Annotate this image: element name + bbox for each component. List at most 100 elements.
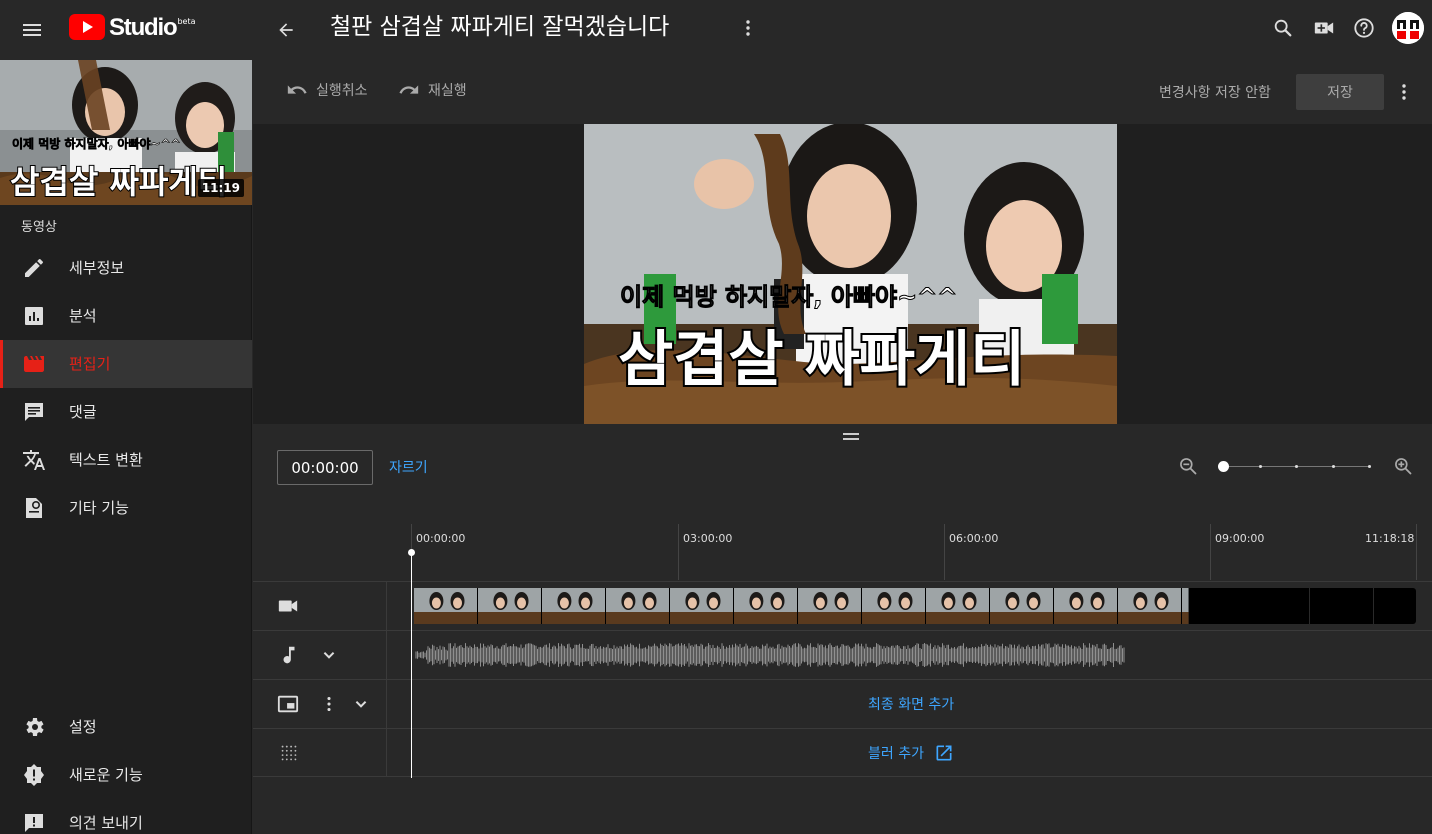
audio-waveform[interactable] (388, 631, 1432, 679)
more-vert-icon[interactable] (318, 693, 340, 715)
sidebar-item-editor[interactable]: 편집기 (0, 340, 252, 388)
track-header (253, 631, 387, 679)
sidebar-item-feedback[interactable]: 의견 보내기 (0, 799, 252, 834)
video-filmstrip[interactable] (388, 582, 1432, 630)
left-sidebar: 이제 먹방 하지말자, 아빠야~^^ 삼겹살 짜파게티 11:19 동영상 세부… (0, 60, 252, 834)
avatar[interactable] (1392, 12, 1424, 44)
video-thumbnail[interactable]: 이제 먹방 하지말자, 아빠야~^^ 삼겹살 짜파게티 11:19 (0, 60, 252, 205)
video-camera-icon[interactable] (277, 595, 299, 617)
zoom-out-icon[interactable] (1178, 456, 1198, 476)
ruler-label: 11:18:18 (1365, 532, 1415, 545)
create-video-icon[interactable] (1312, 16, 1336, 40)
preview-caption-line2: 삼겹살 짜파게티 (618, 325, 1025, 395)
video-track (253, 581, 1432, 630)
youtube-play-icon (69, 14, 105, 40)
filmstrip-frame (478, 588, 541, 624)
beta-badge: beta (177, 17, 196, 26)
sidebar-item-settings[interactable]: 설정 (0, 703, 252, 751)
filmstrip-frame (606, 588, 669, 624)
duration-badge: 11:19 (197, 179, 244, 197)
search-icon[interactable] (1271, 16, 1295, 40)
timeline-panel: 자르기 00:00:00 03:00:00 06:00:00 09:00:00 … (253, 424, 1432, 834)
ruler-tick (678, 524, 679, 580)
redo-icon (399, 85, 419, 94)
comment-icon (25, 403, 43, 421)
other-features-icon (26, 498, 42, 518)
video-title: 철판 삼겹살 짜파게티 잘먹겠습니다 (330, 14, 670, 40)
sidebar-item-label: 새로운 기능 (69, 766, 143, 784)
music-note-icon[interactable] (278, 644, 300, 666)
add-end-screen-link[interactable]: 최종 화면 추가 (868, 694, 954, 714)
sidebar-item-label: 댓글 (69, 403, 97, 421)
waveform-path (415, 643, 1125, 667)
external-link-icon (936, 745, 952, 761)
audio-track-body[interactable] (388, 631, 1432, 679)
studio-logo[interactable]: Studio beta (69, 14, 196, 44)
sidebar-item-whats-new[interactable]: 새로운 기능 (0, 751, 252, 799)
section-label: 동영상 (21, 220, 57, 235)
playhead-handle[interactable] (408, 549, 415, 556)
playhead-line (411, 552, 412, 778)
ruler-label: 03:00:00 (683, 532, 733, 545)
sidebar-item-label: 설정 (69, 718, 97, 736)
sidebar-item-label: 분석 (69, 307, 97, 325)
gear-icon (26, 718, 44, 736)
filmstrip-frame (798, 588, 861, 624)
zoom-slider[interactable] (1218, 461, 1371, 472)
ruler-label: 06:00:00 (949, 532, 999, 545)
blur-dots-icon[interactable] (278, 742, 300, 764)
unsaved-changes-text: 변경사항 저장 안함 (1159, 85, 1271, 101)
back-arrow-icon[interactable] (272, 16, 300, 44)
track-header (253, 680, 387, 728)
undo-button[interactable]: 실행취소 (286, 76, 368, 104)
chevron-down-icon[interactable] (318, 644, 340, 666)
trim-button[interactable]: 자르기 (389, 457, 428, 477)
filmstrip-frame (862, 588, 925, 624)
preview-caption-line1: 이제 먹방 하지말자, 아빠야~^^ (620, 283, 957, 311)
video-preview[interactable]: 이제 먹방 하지말자, 아빠야~^^ 삼겹살 짜파게티 (584, 124, 1117, 424)
top-header: Studio beta 철판 삼겹살 짜파게티 잘먹겠습니다 (0, 0, 1432, 60)
sidebar-item-analytics[interactable]: 분석 (0, 292, 252, 340)
time-ruler[interactable]: 00:00:00 03:00:00 06:00:00 09:00:00 11:1… (253, 524, 1432, 580)
add-blur-link[interactable]: 블러 추가 (868, 743, 954, 763)
more-vert-icon[interactable] (1392, 80, 1416, 104)
filmstrip-frame (926, 588, 989, 624)
end-screen-icon[interactable] (277, 693, 299, 715)
chevron-down-icon[interactable] (350, 693, 372, 715)
blur-track-body: 블러 추가 (388, 729, 1432, 777)
menu-icon[interactable] (20, 18, 44, 42)
translate-icon (23, 450, 45, 470)
sidebar-item-other-features[interactable]: 기타 기능 (0, 484, 252, 532)
blur-track: 블러 추가 (253, 728, 1432, 777)
zoom-step (1295, 465, 1298, 468)
youtube-studio-editor: Studio beta 철판 삼겹살 짜파게티 잘먹겠습니다 이제 먹방 하지말… (0, 0, 1432, 834)
filmstrip-frame (542, 588, 605, 624)
save-button[interactable]: 저장 (1296, 74, 1384, 110)
video-track-body[interactable] (388, 582, 1432, 630)
timecode-input[interactable] (277, 450, 373, 485)
thumb-overlay-line1: 이제 먹방 하지말자, 아빠야~^^ (12, 136, 181, 151)
end-screen-track-body: 최종 화면 추가 (388, 680, 1432, 728)
ruler-tick (1416, 524, 1417, 580)
zoom-slider-thumb[interactable] (1218, 461, 1229, 472)
zoom-step (1368, 465, 1371, 468)
resize-handle[interactable] (843, 433, 859, 441)
more-vert-icon[interactable] (736, 16, 760, 40)
filmstrip-frame (414, 588, 477, 624)
clapperboard-icon (24, 356, 44, 372)
zoom-in-icon[interactable] (1393, 456, 1413, 476)
analytics-icon (25, 307, 43, 325)
sidebar-item-label: 편집기 (69, 355, 111, 373)
redo-button[interactable]: 재실행 (398, 76, 467, 104)
sidebar-item-details[interactable]: 세부정보 (0, 244, 252, 292)
help-icon[interactable] (1352, 16, 1376, 40)
alert-badge-icon (24, 764, 44, 786)
sidebar-item-transcription[interactable]: 텍스트 변환 (0, 436, 252, 484)
preview-area: 이제 먹방 하지말자, 아빠야~^^ 삼겹살 짜파게티 (253, 124, 1432, 424)
ruler-label: 00:00:00 (416, 532, 466, 545)
filmstrip-frame (990, 588, 1053, 624)
sidebar-item-comments[interactable]: 댓글 (0, 388, 252, 436)
audio-track (253, 630, 1432, 679)
editor-toolbar: 실행취소 재실행 변경사항 저장 안함 저장 (253, 60, 1432, 124)
sidebar-item-label: 기타 기능 (69, 499, 129, 517)
